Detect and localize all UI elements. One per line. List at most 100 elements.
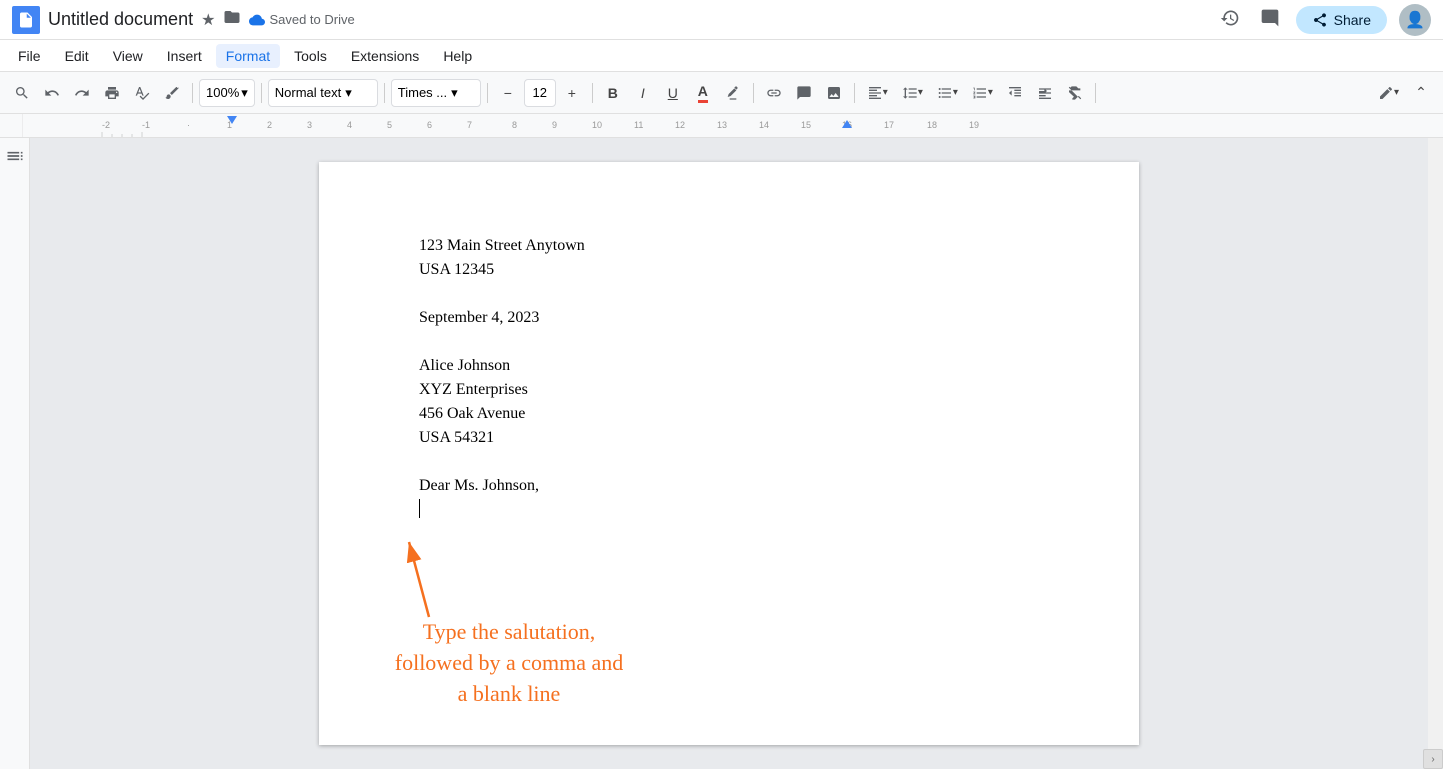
font-size-input[interactable]: 12	[524, 79, 556, 107]
svg-text:5: 5	[387, 120, 392, 130]
svg-text:4: 4	[347, 120, 352, 130]
annotation-overlay: Type the salutation, followed by a comma…	[369, 532, 489, 627]
redo-button[interactable]	[68, 79, 96, 107]
menu-tools[interactable]: Tools	[284, 44, 337, 68]
document-outline-icon[interactable]	[5, 146, 25, 171]
line-1: 123 Main Street Anytown	[419, 234, 1067, 258]
line-6: Alice Johnson	[419, 354, 1067, 378]
title-actions: Share 👤	[1216, 4, 1431, 36]
menu-help[interactable]: Help	[433, 44, 482, 68]
undo-button[interactable]	[38, 79, 66, 107]
cloud-save-status: Saved to Drive	[249, 12, 354, 28]
separator-7	[854, 83, 855, 103]
svg-text:15: 15	[801, 120, 811, 130]
paint-format-button[interactable]	[158, 79, 186, 107]
font-selector[interactable]: Times ... ▾	[391, 79, 481, 107]
star-icon[interactable]: ★	[201, 10, 215, 30]
separator-2	[261, 83, 262, 103]
svg-text:11: 11	[634, 120, 643, 130]
line-8: 456 Oak Avenue	[419, 402, 1067, 426]
separator-3	[384, 83, 385, 103]
svg-text:-1: -1	[142, 120, 150, 130]
docs-logo-icon	[12, 6, 40, 34]
menu-bar: File Edit View Insert Format Tools Exten…	[0, 40, 1443, 72]
document-content[interactable]: 123 Main Street Anytown USA 12345 Septem…	[419, 234, 1067, 522]
separator-4	[487, 83, 488, 103]
search-button[interactable]	[8, 79, 36, 107]
text-color-button[interactable]: A	[689, 79, 717, 107]
svg-text:9: 9	[552, 120, 557, 130]
svg-text:3: 3	[307, 120, 312, 130]
separator-5	[592, 83, 593, 103]
zoom-selector[interactable]: 100% ▾	[199, 79, 255, 107]
line-spacing-button[interactable]: ▾	[896, 79, 929, 107]
svg-text:13: 13	[717, 120, 727, 130]
bullet-list-button[interactable]: ▾	[931, 79, 964, 107]
main-area: 123 Main Street Anytown USA 12345 Septem…	[0, 138, 1443, 769]
share-button[interactable]: Share	[1296, 6, 1387, 34]
document-area[interactable]: 123 Main Street Anytown USA 12345 Septem…	[30, 138, 1428, 769]
user-avatar[interactable]: 👤	[1399, 4, 1431, 36]
print-button[interactable]	[98, 79, 126, 107]
toolbar: 100% ▾ Normal text ▾ Times ... ▾ − 12 + …	[0, 72, 1443, 114]
underline-button[interactable]: U	[659, 79, 687, 107]
insert-image-button[interactable]	[820, 79, 848, 107]
line-11: Dear Ms. Johnson,	[419, 474, 1067, 498]
history-button[interactable]	[1216, 4, 1244, 35]
line-12[interactable]	[419, 498, 1067, 522]
comments-button[interactable]	[1256, 4, 1284, 35]
menu-file[interactable]: File	[8, 44, 51, 68]
svg-text:7: 7	[467, 120, 472, 130]
line-2: USA 12345	[419, 258, 1067, 282]
line-3	[419, 282, 1067, 306]
separator-6	[753, 83, 754, 103]
line-5	[419, 330, 1067, 354]
menu-edit[interactable]: Edit	[55, 44, 99, 68]
add-comment-button[interactable]	[790, 79, 818, 107]
line-7: XYZ Enterprises	[419, 378, 1067, 402]
menu-extensions[interactable]: Extensions	[341, 44, 429, 68]
annotation-text: Type the salutation, followed by a comma…	[289, 617, 729, 709]
title-bar: Untitled document ★ Saved to Drive Share…	[0, 0, 1443, 40]
svg-text:6: 6	[427, 120, 432, 130]
insert-link-button[interactable]	[760, 79, 788, 107]
spellcheck-button[interactable]	[128, 79, 156, 107]
pencil-mode-button[interactable]: ▾	[1372, 79, 1405, 107]
svg-text:18: 18	[927, 120, 937, 130]
clear-formatting-button[interactable]	[1061, 79, 1089, 107]
folder-icon[interactable]	[223, 8, 241, 31]
menu-format[interactable]: Format	[216, 44, 280, 68]
annotation-arrow	[369, 532, 489, 622]
svg-text:-2: -2	[102, 120, 110, 130]
numbered-list-button[interactable]: ▾	[966, 79, 999, 107]
line-9: USA 54321	[419, 426, 1067, 450]
ruler: -2 -1 · 1 2 3 4 5 6 7 8 9 10 11 12 13 14…	[0, 114, 1443, 138]
svg-text:19: 19	[969, 120, 979, 130]
collapse-toolbar-button[interactable]: ⌃	[1407, 79, 1435, 107]
document-page[interactable]: 123 Main Street Anytown USA 12345 Septem…	[319, 162, 1139, 745]
menu-view[interactable]: View	[103, 44, 153, 68]
left-panel	[0, 138, 30, 769]
line-4: September 4, 2023	[419, 306, 1067, 330]
scroll-to-bottom-hint[interactable]: ›	[1423, 749, 1443, 769]
font-size-decrease-button[interactable]: −	[494, 79, 522, 107]
svg-text:10: 10	[592, 120, 602, 130]
italic-button[interactable]: I	[629, 79, 657, 107]
document-title[interactable]: Untitled document	[48, 9, 193, 30]
paragraph-style-selector[interactable]: Normal text ▾	[268, 79, 378, 107]
separator-1	[192, 83, 193, 103]
font-size-increase-button[interactable]: +	[558, 79, 586, 107]
separator-8	[1095, 83, 1096, 103]
bold-button[interactable]: B	[599, 79, 627, 107]
highlight-color-button[interactable]	[719, 79, 747, 107]
svg-text:8: 8	[512, 120, 517, 130]
svg-text:12: 12	[675, 120, 685, 130]
svg-text:17: 17	[884, 120, 894, 130]
decrease-indent-button[interactable]	[1001, 79, 1029, 107]
increase-indent-button[interactable]	[1031, 79, 1059, 107]
menu-insert[interactable]: Insert	[157, 44, 212, 68]
text-align-button[interactable]: ▾	[861, 79, 894, 107]
svg-text:2: 2	[267, 120, 272, 130]
svg-text:14: 14	[759, 120, 769, 130]
right-panel: ›	[1428, 138, 1443, 769]
